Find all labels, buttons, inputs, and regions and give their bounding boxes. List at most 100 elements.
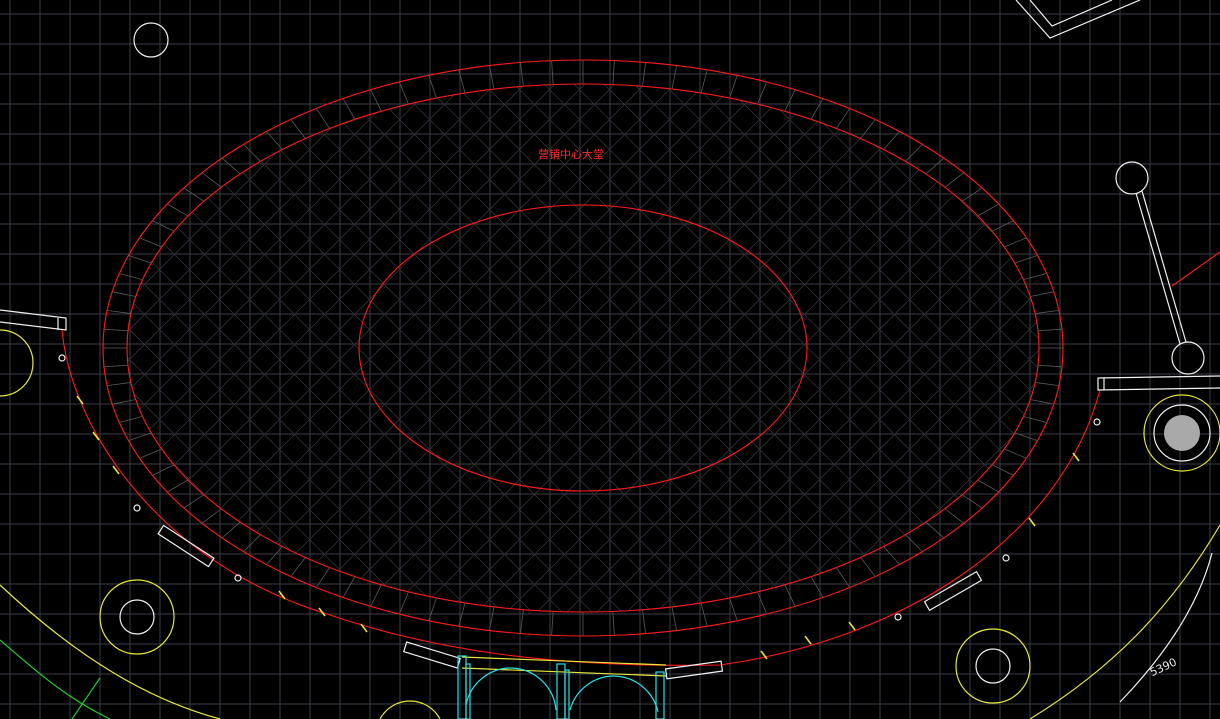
hatch-line [0, 0, 99, 719]
column-yellow [955, 628, 1031, 704]
outer-white-arc [1119, 552, 1213, 703]
hall-label: 营销中心大堂 [538, 147, 604, 161]
hatch-line [127, 84, 610, 612]
hatch-line [127, 84, 580, 612]
ring-segment [315, 108, 330, 129]
curved-glass-wall [61, 329, 1101, 666]
ring-segment [944, 508, 965, 524]
ring-segment [1004, 448, 1027, 459]
floor-plan-svg[interactable]: 营销中心大堂 5390 [0, 0, 1220, 719]
hatch-line [127, 84, 340, 612]
ring-segment [1030, 399, 1054, 405]
hatch-line [909, 84, 1039, 612]
wall-node [1093, 418, 1101, 426]
hatch-line [127, 84, 460, 612]
hatch-line [759, 84, 1039, 612]
ring-segment [104, 364, 129, 368]
ring-segment [128, 255, 152, 264]
dimension-label: 5390 [1148, 656, 1179, 680]
right-wall-stub [1097, 375, 1220, 391]
hatch-line [759, 84, 1039, 612]
ring-segment [860, 119, 876, 139]
hatch-line [127, 84, 490, 612]
dome-inner-ring [126, 83, 1040, 613]
hatch-line [1060, 0, 1220, 719]
ring-segment [729, 75, 738, 99]
hatch-line [1029, 84, 1039, 612]
ring-segment [290, 557, 306, 577]
red-leader-line [1171, 251, 1220, 287]
wall-mullion-ticks [76, 395, 1080, 660]
ring-segment [642, 609, 647, 634]
ring-segment [104, 328, 129, 332]
ring-segment [1023, 415, 1047, 423]
top-right-outline [1015, 0, 1141, 39]
column-circle-right [1115, 161, 1149, 195]
hatch-line [0, 0, 99, 719]
ring-segment [139, 237, 162, 248]
column-core [119, 599, 155, 635]
hatch-line [639, 84, 1039, 612]
hatch-line [0, 0, 9, 719]
ring-segment [1035, 382, 1059, 386]
cad-drawing-canvas[interactable]: 营销中心大堂 5390 [0, 0, 1220, 719]
mullion-tick [804, 635, 812, 645]
ring-segment [119, 273, 143, 281]
outer-wall-left [0, 584, 221, 719]
ring-segment [977, 479, 999, 493]
ring-segment [107, 310, 131, 314]
ring-segment [905, 144, 923, 162]
column-circle-top [133, 22, 169, 58]
mullion-tick [112, 465, 120, 475]
hatch-line [1060, 0, 1220, 719]
mullion-tick [76, 395, 84, 405]
ring-segment [201, 508, 222, 524]
ring-segment [1035, 310, 1059, 314]
ring-segment [119, 415, 143, 423]
column-yellow-partial [0, 329, 34, 397]
hatch-line [127, 84, 160, 612]
hatch-line [127, 84, 280, 612]
ring-segment [243, 144, 261, 162]
hatch-line [127, 84, 280, 612]
ring-segment [757, 81, 768, 105]
hatch-line [849, 84, 1039, 612]
ring-segment [1037, 364, 1062, 368]
column-circle-right-lower [1171, 341, 1205, 375]
ring-segment [1014, 255, 1038, 264]
wall-panel [923, 570, 983, 612]
hatch-line [609, 84, 1039, 612]
ring-segment [905, 534, 923, 552]
hatch-line [127, 84, 610, 612]
hatch-line [849, 84, 1039, 612]
main-entrance-doors [457, 655, 667, 719]
hatch-line [1180, 0, 1220, 719]
ring-segment [671, 606, 678, 631]
ring-segment [810, 98, 824, 120]
hatch-line [127, 84, 370, 612]
wall-node [133, 504, 141, 512]
hatch-line [127, 84, 160, 612]
ring-segment [671, 65, 678, 90]
ring-segment [836, 108, 851, 129]
hatch-line [1029, 84, 1039, 612]
ring-segment [551, 60, 554, 85]
hatch-line [127, 84, 550, 612]
hatch-line [969, 84, 1039, 612]
hatch-line [909, 84, 1039, 612]
ring-segment [398, 81, 409, 105]
ring-segment [612, 611, 615, 636]
hatch-line [127, 84, 490, 612]
wall-panel [157, 524, 215, 568]
ring-segment [519, 609, 524, 634]
ring-segment [551, 611, 554, 636]
ring-segment [152, 464, 175, 476]
ring-segment [757, 591, 768, 615]
ring-segment [977, 203, 999, 217]
hatch-line [1120, 0, 1220, 719]
hatch-line [1090, 0, 1220, 719]
ring-segment [1030, 291, 1054, 297]
column-fill [1164, 415, 1200, 451]
ring-segment [991, 220, 1014, 232]
ring-segment [810, 576, 824, 598]
